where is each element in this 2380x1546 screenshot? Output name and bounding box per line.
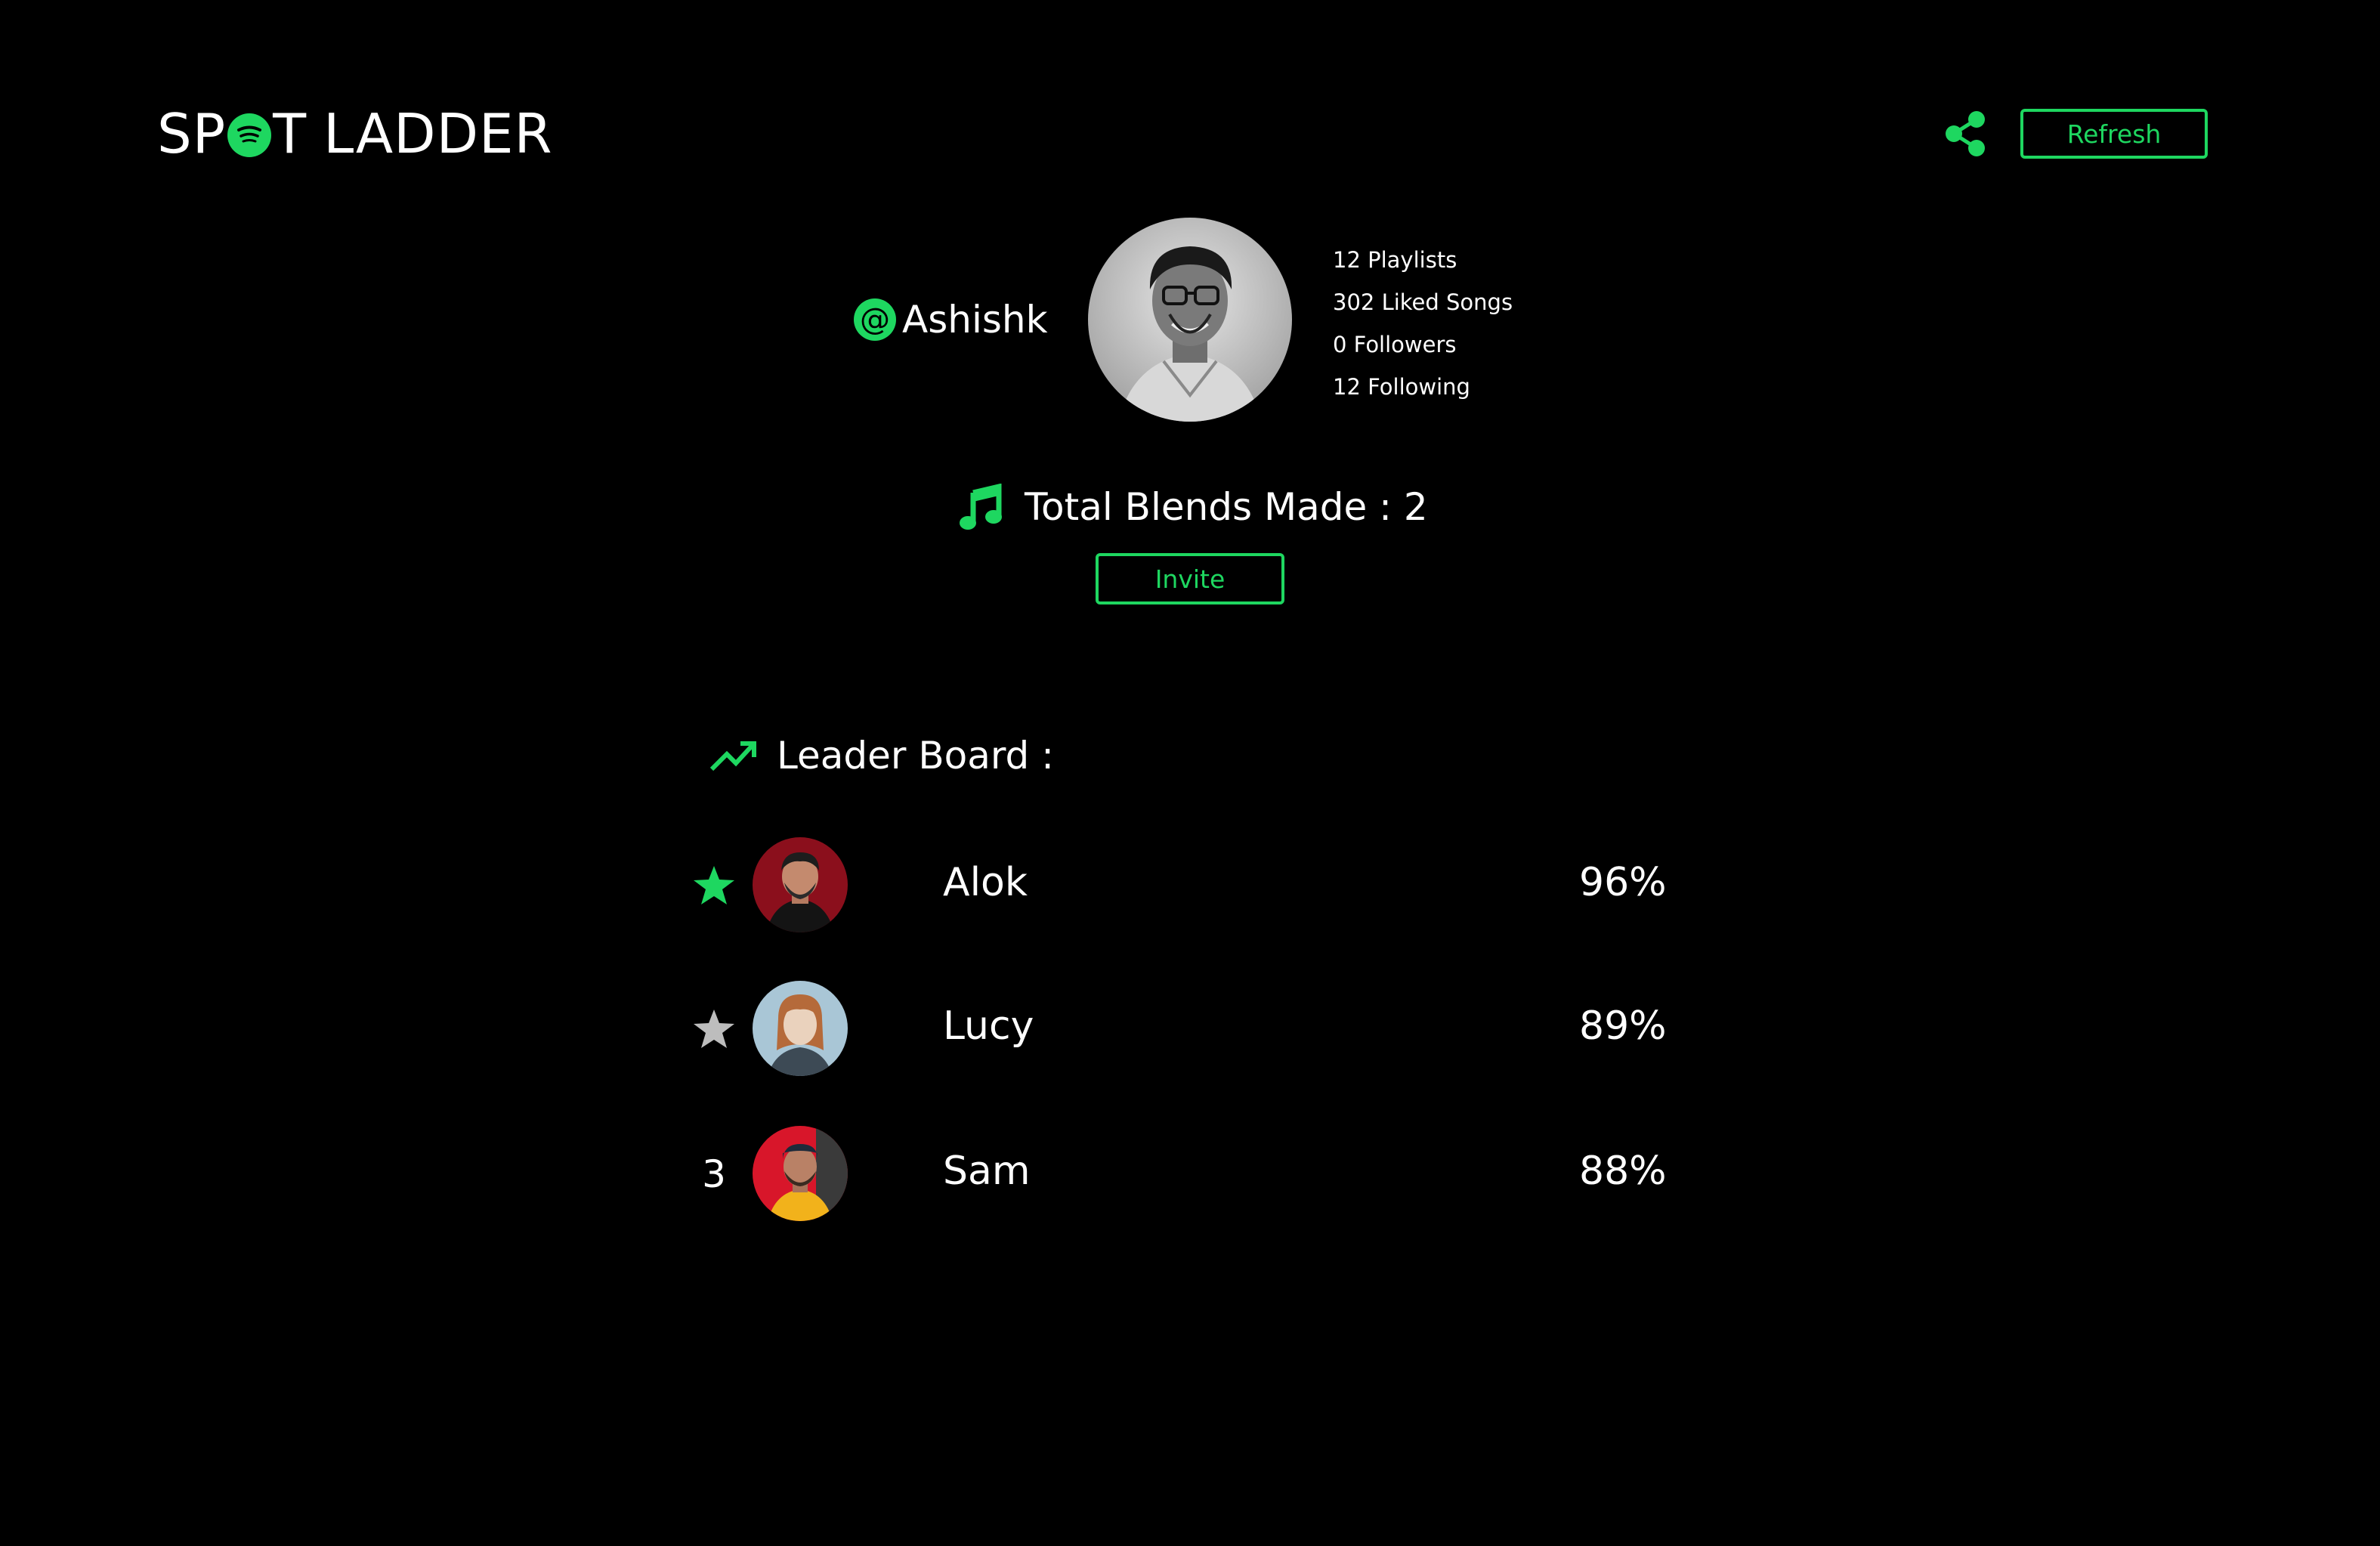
- invite-button[interactable]: Invite: [1096, 553, 1284, 604]
- total-blends-label: Total Blends Made : 2: [1025, 485, 1428, 529]
- avatar: [753, 981, 848, 1076]
- spotify-icon: [227, 113, 272, 157]
- leaderboard-row[interactable]: 3 Sam 88%: [680, 1126, 1692, 1223]
- playlists-count: 12 Playlists: [1333, 247, 1457, 273]
- page: SP T LADDER Refresh @ Ashishk 12 Playlis…: [0, 0, 2380, 1546]
- leaderboard-score: 89%: [1579, 1003, 1667, 1049]
- total-blends: Total Blends Made : 2: [958, 481, 1428, 533]
- liked-songs-count: 302 Liked Songs: [1333, 289, 1513, 315]
- avatar: [753, 837, 848, 932]
- leaderboard-name: Sam: [943, 1149, 1031, 1194]
- refresh-button[interactable]: Refresh: [2020, 109, 2208, 159]
- rank-number: 3: [702, 1152, 726, 1196]
- logo-text-ladder: LADDER: [323, 102, 553, 165]
- star-icon: [691, 864, 737, 907]
- username: Ashishk: [902, 298, 1048, 342]
- leaderboard-row[interactable]: Alok 96%: [680, 837, 1692, 934]
- following-count: 12 Following: [1333, 374, 1470, 400]
- leaderboard-title-label: Leader Board :: [777, 734, 1055, 778]
- leaderboard-score: 96%: [1579, 860, 1667, 905]
- logo-text-t: T: [273, 102, 308, 165]
- app-logo[interactable]: SP T LADDER: [157, 100, 553, 168]
- logo-text-sp: SP: [157, 102, 227, 165]
- leaderboard-name: Alok: [943, 860, 1028, 905]
- followers-count: 0 Followers: [1333, 332, 1457, 357]
- leaderboard-title: Leader Board :: [710, 727, 1054, 784]
- star-icon: [691, 1008, 737, 1050]
- leaderboard-row[interactable]: Lucy 89%: [680, 981, 1692, 1078]
- user-handle: @ Ashishk: [854, 293, 1048, 346]
- profile-stats: 12 Playlists 302 Liked Songs 0 Followers…: [1333, 239, 1513, 408]
- leaderboard-score: 88%: [1579, 1149, 1667, 1194]
- trending-up-icon: [710, 741, 756, 771]
- share-icon[interactable]: [1943, 110, 1987, 157]
- avatar: [753, 1126, 848, 1221]
- profile-avatar[interactable]: [1088, 218, 1292, 422]
- leaderboard-name: Lucy: [943, 1003, 1034, 1049]
- music-note-icon: [960, 484, 1002, 530]
- at-icon: @: [854, 298, 896, 341]
